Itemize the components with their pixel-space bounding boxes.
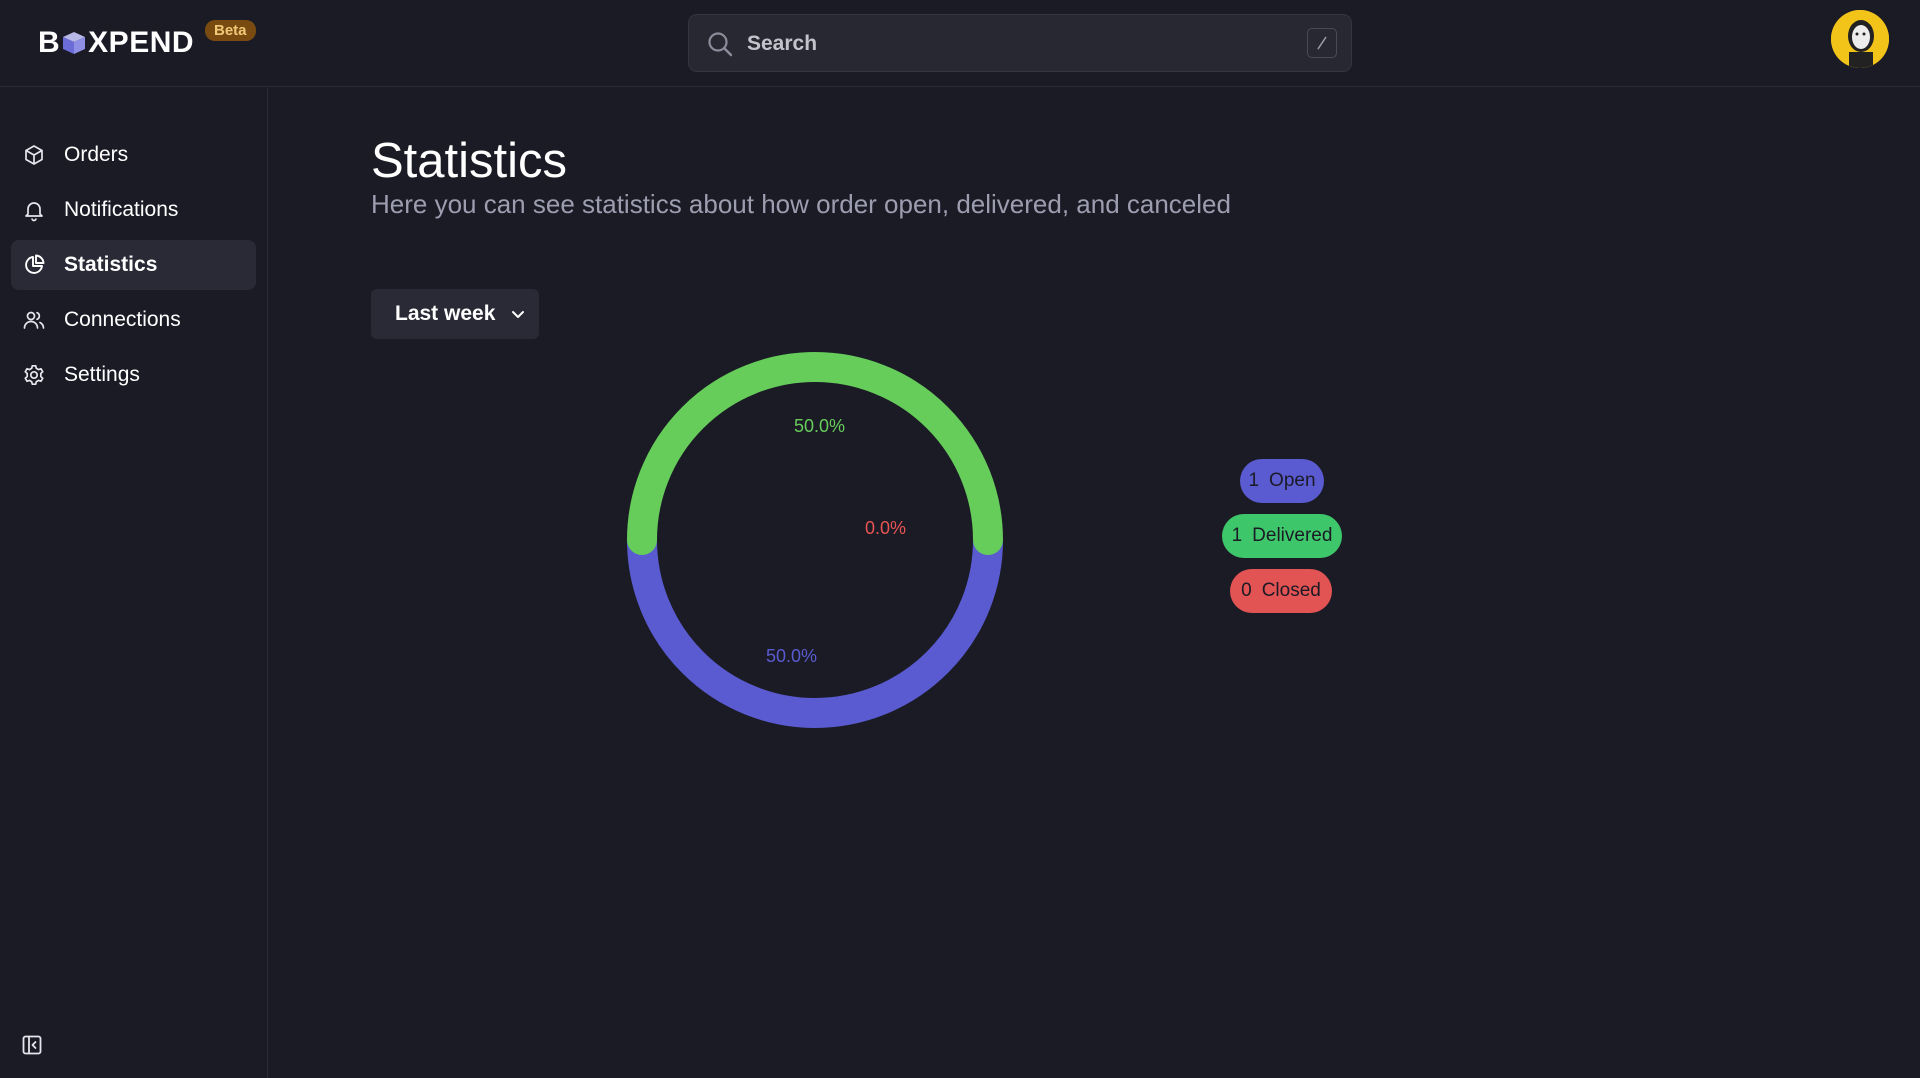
users-icon	[23, 311, 45, 329]
legend-count: 1	[1248, 470, 1260, 491]
legend-count: 0	[1241, 580, 1252, 601]
brand-text-left: B	[38, 26, 61, 59]
sidebar-item-label: Connections	[64, 308, 181, 331]
donut-slice-open[interactable]	[627, 525, 1003, 728]
time-range-selected: Last week	[395, 302, 496, 325]
beta-badge: Beta	[205, 20, 256, 41]
donut-label-delivered: 50.0%	[794, 416, 845, 436]
sidebar-item-notifications[interactable]: Notifications	[11, 185, 256, 235]
user-portrait-icon	[1831, 10, 1889, 68]
sidebar-item-statistics[interactable]: Statistics	[11, 240, 256, 290]
pie-chart-icon	[25, 254, 45, 274]
legend-label: Open	[1269, 470, 1316, 491]
donut-slice-delivered[interactable]	[627, 352, 1003, 555]
donut-label-closed: 0.0%	[865, 518, 906, 538]
time-range-dropdown[interactable]: Last week	[371, 289, 539, 339]
page-title: Statistics	[371, 134, 568, 188]
legend-label: Delivered	[1252, 525, 1333, 546]
sidebar-item-label: Orders	[64, 143, 129, 166]
page-subtitle: Here you can see statistics about how or…	[371, 189, 1231, 219]
sidebar-item-label: Notifications	[64, 198, 179, 221]
legend-label: Closed	[1261, 580, 1321, 601]
search-icon	[708, 32, 733, 57]
donut-label-open: 50.0%	[766, 646, 817, 666]
top-bar: B XPEND Beta	[0, 0, 1920, 87]
sidebar-item-label: Settings	[64, 363, 140, 386]
legend-pill-closed[interactable]: 0 Closed	[1230, 569, 1332, 613]
legend-pill-open[interactable]: 1 Open	[1240, 459, 1324, 503]
legend-pill-delivered[interactable]: 1 Delivered	[1222, 514, 1342, 558]
sidebar-item-orders[interactable]: Orders	[11, 130, 256, 180]
gear-icon	[24, 364, 44, 386]
bell-icon	[25, 202, 43, 222]
brand-text-right: XPEND	[88, 26, 195, 59]
status-donut-chart: 50.0% 50.0% 0.0%	[627, 352, 1003, 728]
chevron-down-icon	[512, 311, 525, 318]
sidebar: Orders Notifications Statistics Connecti…	[0, 88, 268, 1078]
chart-legend: 1 Open 1 Delivered 0 Closed	[1180, 0, 1380, 700]
sidebar-item-label: Statistics	[64, 253, 158, 276]
sidebar-collapse-icon[interactable]	[20, 1033, 44, 1057]
avatar[interactable]	[1831, 10, 1889, 68]
brand-logo[interactable]: B XPEND	[38, 26, 194, 60]
sidebar-item-connections[interactable]: Connections	[11, 295, 256, 345]
legend-count: 1	[1231, 525, 1243, 546]
box-icon	[25, 145, 43, 165]
sidebar-item-settings[interactable]: Settings	[11, 350, 256, 400]
cube-icon	[63, 32, 86, 54]
